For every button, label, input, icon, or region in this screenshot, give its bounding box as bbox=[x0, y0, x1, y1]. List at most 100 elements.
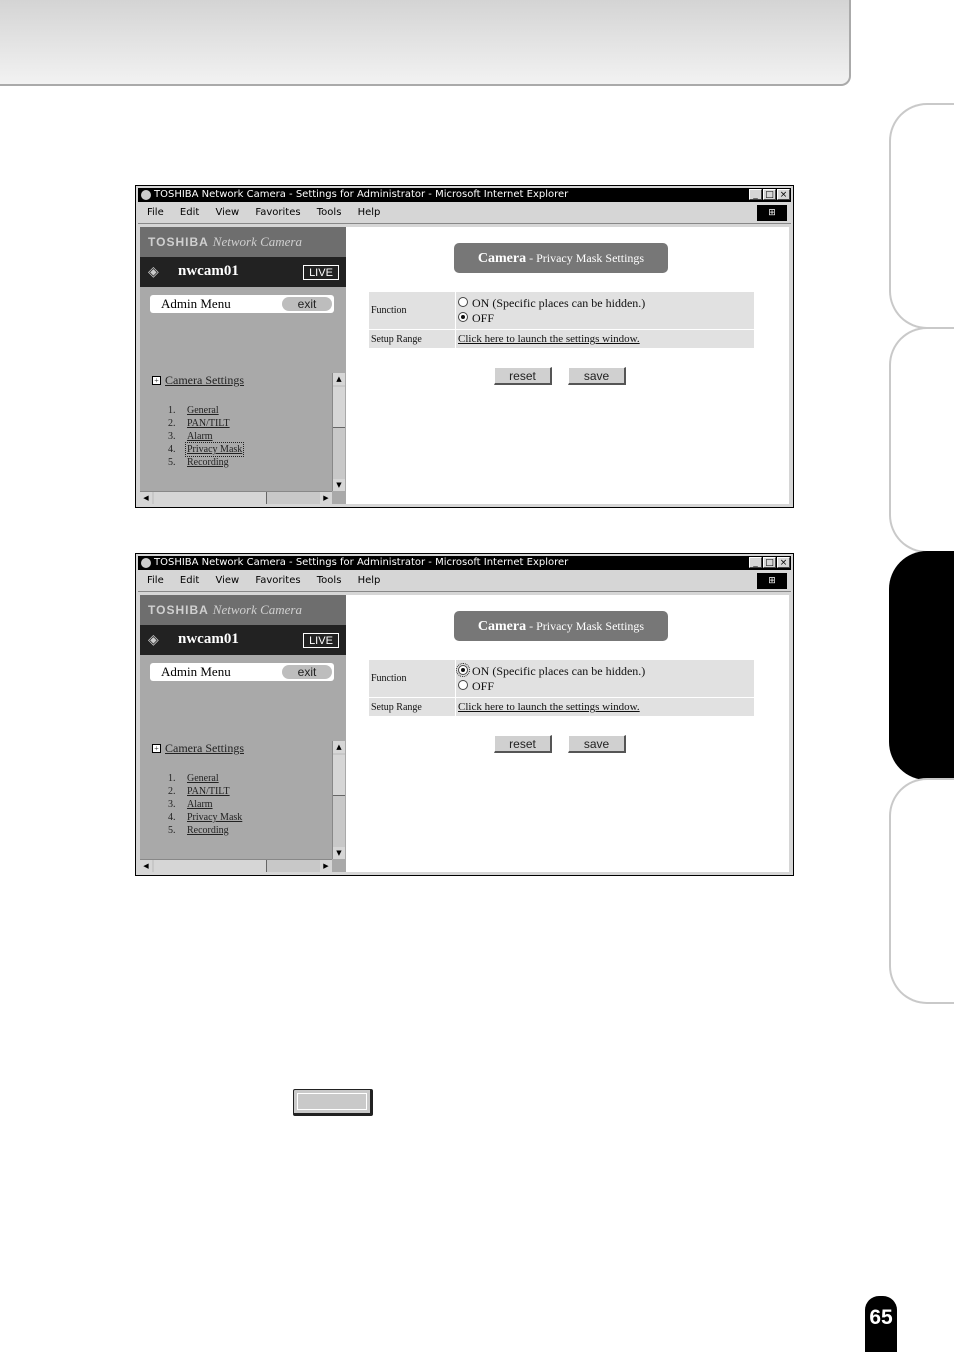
menu-help[interactable]: Help bbox=[358, 207, 381, 218]
maximize-button[interactable]: □ bbox=[763, 189, 776, 200]
scroll-thumb[interactable] bbox=[333, 755, 345, 796]
menu-item-alarm[interactable]: 3. Alarm bbox=[168, 798, 242, 811]
brand-sub: Network Camera bbox=[212, 602, 302, 617]
scroll-thumb[interactable] bbox=[154, 860, 267, 872]
minimize-button[interactable]: _ bbox=[749, 557, 762, 568]
scroll-right-icon[interactable]: ▶ bbox=[320, 860, 332, 872]
camera-row: ◈ nwcam01 LIVE bbox=[140, 257, 346, 287]
reset-button[interactable]: reset bbox=[494, 367, 552, 385]
title-bold: Camera bbox=[477, 619, 527, 634]
expand-icon[interactable]: + bbox=[152, 744, 161, 753]
menu-item-alarm[interactable]: 3. Alarm bbox=[168, 430, 242, 443]
reset-button[interactable]: reset bbox=[494, 735, 552, 753]
title-bold: Camera bbox=[477, 251, 527, 266]
close-button[interactable]: × bbox=[777, 557, 790, 568]
scroll-down-icon[interactable]: ▼ bbox=[333, 847, 345, 859]
page-header-band bbox=[0, 0, 851, 86]
scroll-up-icon[interactable]: ▲ bbox=[333, 373, 345, 385]
item-num: 5. bbox=[168, 457, 176, 468]
function-label: Function bbox=[368, 659, 456, 698]
exit-button[interactable]: exit bbox=[282, 297, 332, 311]
brand-name: TOSHIBA bbox=[148, 235, 209, 249]
admin-menu-bar: Admin Menu exit bbox=[150, 295, 334, 313]
menu-file[interactable]: File bbox=[147, 207, 164, 218]
radio-off-option[interactable]: OFF bbox=[458, 679, 752, 694]
privacy-mask-title: Camera - Privacy Mask Settings bbox=[454, 611, 668, 641]
page-number: 65 bbox=[865, 1296, 897, 1352]
item-label: Privacy Mask bbox=[184, 442, 245, 457]
radio-off-option[interactable]: OFF bbox=[458, 311, 752, 326]
settings-menu-list: 1. General 2. PAN/TILT 3. Alarm 4. Privacy M… bbox=[168, 772, 242, 837]
maximize-button[interactable]: □ bbox=[763, 557, 776, 568]
scroll-down-icon[interactable]: ▼ bbox=[333, 479, 345, 491]
menu-favorites[interactable]: Favorites bbox=[255, 575, 300, 586]
on-label: ON (Specific places can be hidden.) bbox=[472, 295, 646, 310]
expand-icon[interactable]: + bbox=[152, 376, 161, 385]
radio-off[interactable] bbox=[458, 311, 468, 322]
on-label: ON (Specific places can be hidden.) bbox=[472, 663, 646, 678]
save-button[interactable]: save bbox=[568, 735, 626, 753]
ie-icon bbox=[141, 190, 151, 200]
menu-help[interactable]: Help bbox=[358, 575, 381, 586]
vertical-scrollbar[interactable]: ▲ ▼ bbox=[332, 741, 345, 859]
camera-icon: ◈ bbox=[148, 264, 159, 280]
menu-favorites[interactable]: Favorites bbox=[255, 207, 300, 218]
menu-item-recording[interactable]: 5. Recording bbox=[168, 456, 242, 469]
left-frame: TOSHIBA Network Camera ◈ nwcam01 LIVE Adm… bbox=[140, 227, 346, 504]
menu-item-pan-tilt[interactable]: 2. PAN/TILT bbox=[168, 417, 242, 430]
menu-view[interactable]: View bbox=[215, 207, 239, 218]
menu-tools[interactable]: Tools bbox=[317, 575, 342, 586]
scroll-left-icon[interactable]: ◀ bbox=[140, 860, 152, 872]
radio-off[interactable] bbox=[458, 679, 468, 690]
close-button[interactable]: × bbox=[777, 189, 790, 200]
radio-on[interactable] bbox=[456, 662, 470, 677]
camera-name: nwcam01 bbox=[178, 263, 239, 279]
exit-button[interactable]: exit bbox=[282, 665, 332, 679]
menu-item-privacy-mask[interactable]: 4. Privacy Mask bbox=[168, 442, 245, 457]
menu-item-pan-tilt[interactable]: 2. PAN/TILT bbox=[168, 785, 242, 798]
menu-edit[interactable]: Edit bbox=[180, 207, 199, 218]
scroll-thumb[interactable] bbox=[154, 492, 267, 504]
browser-window-off: TOSHIBA Network Camera - Settings for Ad… bbox=[135, 185, 794, 508]
blank-button-illustration[interactable] bbox=[293, 1089, 373, 1116]
save-button[interactable]: save bbox=[568, 367, 626, 385]
vertical-scrollbar[interactable]: ▲ ▼ bbox=[332, 373, 345, 491]
chapter-tab-active bbox=[889, 551, 954, 780]
radio-on-option[interactable]: ON (Specific places can be hidden.) bbox=[458, 296, 752, 311]
scroll-right-icon[interactable]: ▶ bbox=[320, 492, 332, 504]
setup-range-link[interactable]: Click here to launch the settings window… bbox=[458, 701, 640, 713]
menu-file[interactable]: File bbox=[147, 575, 164, 586]
menu-bar: File Edit View Favorites Tools Help ⊞ bbox=[138, 571, 791, 592]
item-label: General bbox=[187, 773, 219, 784]
radio-on[interactable] bbox=[458, 296, 468, 307]
menu-tools[interactable]: Tools bbox=[317, 207, 342, 218]
menu-item-general[interactable]: 1. General bbox=[168, 772, 242, 785]
minimize-button[interactable]: _ bbox=[749, 189, 762, 200]
item-num: 3. bbox=[168, 431, 176, 442]
menu-item-privacy-mask[interactable]: 4. Privacy Mask bbox=[168, 811, 242, 824]
item-label: General bbox=[187, 405, 219, 416]
menu-edit[interactable]: Edit bbox=[180, 575, 199, 586]
function-options: ON (Specific places can be hidden.) OFF bbox=[455, 659, 755, 698]
title-bar: TOSHIBA Network Camera - Settings for Ad… bbox=[138, 556, 791, 570]
menu-item-general[interactable]: 1. General bbox=[168, 404, 242, 417]
settings-menu-list: 1. General 2. PAN/TILT 3. Alarm 4. Privacy M… bbox=[168, 404, 245, 469]
live-button[interactable]: LIVE bbox=[303, 265, 339, 280]
menu-view[interactable]: View bbox=[215, 575, 239, 586]
windows-logo-icon: ⊞ bbox=[757, 573, 787, 589]
menu-item-recording[interactable]: 5. Recording bbox=[168, 824, 242, 837]
title-rest: - Privacy Mask Settings bbox=[526, 619, 645, 633]
scroll-thumb[interactable] bbox=[333, 387, 345, 428]
setup-range-link[interactable]: Click here to launch the settings window… bbox=[458, 333, 640, 345]
item-label: Privacy Mask bbox=[187, 812, 243, 823]
windows-logo-icon: ⊞ bbox=[757, 205, 787, 221]
live-button[interactable]: LIVE bbox=[303, 633, 339, 648]
scroll-left-icon[interactable]: ◀ bbox=[140, 492, 152, 504]
horizontal-scrollbar[interactable]: ◀ ▶ bbox=[140, 491, 332, 504]
camera-settings-link[interactable]: + Camera Settings bbox=[152, 373, 244, 388]
camera-settings-link[interactable]: + Camera Settings bbox=[152, 741, 244, 756]
scroll-up-icon[interactable]: ▲ bbox=[333, 741, 345, 753]
brand-bar: TOSHIBA Network Camera bbox=[140, 595, 346, 625]
radio-on-option[interactable]: ON (Specific places can be hidden.) bbox=[456, 662, 752, 679]
horizontal-scrollbar[interactable]: ◀ ▶ bbox=[140, 859, 332, 872]
